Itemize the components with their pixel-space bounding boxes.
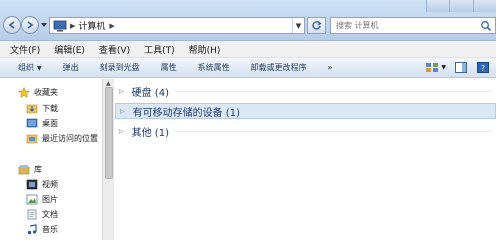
uninstall-button[interactable]: 卸载或更改程序: [251, 62, 307, 73]
document-library-icon: [27, 209, 37, 220]
organize-label: 组织: [18, 63, 34, 72]
eject-button[interactable]: 弹出: [63, 62, 79, 73]
nav-libraries[interactable]: 库: [18, 164, 42, 175]
breadcrumb-computer[interactable]: 计算机: [78, 19, 105, 32]
maximize-button[interactable]: [449, 0, 473, 12]
nav-downloads-label: 下载: [42, 104, 58, 113]
video-library-icon: [26, 179, 38, 190]
expand-arrow-icon[interactable]: ▷: [119, 88, 124, 95]
breadcrumb-arrow-icon[interactable]: ▶: [109, 22, 114, 30]
group-divider: [245, 110, 491, 112]
close-button[interactable]: [472, 0, 496, 12]
navigation-scrollbar[interactable]: ▲: [102, 79, 114, 240]
expand-arrow-icon[interactable]: ▷: [119, 128, 124, 135]
title-bar: ▶ 计算机 ▶ ▼: [0, 0, 496, 41]
nav-favorites[interactable]: 收藏夹: [18, 87, 58, 98]
nav-recent-places[interactable]: 最近访问的位置: [26, 133, 98, 144]
refresh-icon: [312, 21, 322, 30]
properties-button[interactable]: 属性: [161, 62, 177, 73]
menu-edit[interactable]: 编辑(E): [54, 43, 85, 56]
command-toolbar: 组织 ▼ 弹出 刻录到光盘 属性 系统属性 卸载或更改程序 » ▼ ?: [0, 58, 496, 78]
nav-desktop-label: 桌面: [42, 119, 58, 128]
nav-pictures[interactable]: 图片: [26, 194, 58, 205]
nav-desktop[interactable]: 桌面: [26, 118, 58, 129]
group-removable-storage[interactable]: ▷ 有可移动存储的设备 (1): [115, 103, 496, 119]
menu-bar: 文件(F) 编辑(E) 查看(V) 工具(T) 帮助(H): [0, 41, 496, 58]
help-icon[interactable]: ?: [476, 61, 490, 74]
nav-music[interactable]: 音乐: [26, 224, 58, 235]
group-label: 硬盘 (4): [131, 87, 169, 99]
nav-libraries-label: 库: [34, 165, 42, 174]
organize-button[interactable]: 组织 ▼: [18, 62, 42, 73]
content-pane: ▷ 硬盘 (4) ▷ 有可移动存储的设备 (1) ▷ 其他 (1): [115, 79, 496, 240]
nav-videos[interactable]: 视频: [26, 179, 58, 190]
downloads-folder-icon: [26, 104, 38, 114]
group-other[interactable]: ▷ 其他 (1): [115, 123, 496, 139]
search-box[interactable]: [330, 17, 496, 34]
nav-documents[interactable]: 文档: [26, 209, 58, 220]
search-icon[interactable]: [480, 20, 492, 32]
view-options-icon[interactable]: [425, 61, 439, 74]
address-bar[interactable]: ▶ 计算机 ▶ ▼: [49, 17, 305, 34]
burn-button[interactable]: 刻录到光盘: [100, 62, 140, 73]
group-label: 有可移动存储的设备 (1): [132, 107, 240, 119]
nav-recent-label: 最近访问的位置: [42, 134, 98, 143]
navigation-pane: 收藏夹 下载 桌面 最近访问的位置 库 视频 图片 文档 音乐: [0, 79, 102, 240]
music-library-icon: [27, 224, 37, 235]
recent-places-icon: [26, 134, 38, 144]
nav-documents-label: 文档: [42, 210, 58, 219]
expand-arrow-icon[interactable]: ▷: [120, 108, 125, 115]
nav-pictures-label: 图片: [42, 195, 58, 204]
computer-icon: [53, 20, 67, 31]
picture-library-icon: [26, 194, 38, 205]
desktop-icon: [26, 118, 38, 128]
refresh-button[interactable]: [307, 17, 326, 34]
back-arrow-icon: [8, 21, 15, 29]
breadcrumb-arrow-icon[interactable]: ▶: [70, 22, 75, 30]
more-commands-button[interactable]: »: [328, 63, 333, 72]
search-input[interactable]: [331, 18, 480, 33]
system-properties-button[interactable]: 系统属性: [198, 62, 230, 73]
view-dropdown-icon[interactable]: ▼: [441, 64, 446, 71]
back-button[interactable]: [3, 16, 21, 34]
group-label: 其他 (1): [131, 127, 169, 139]
group-hard-drives[interactable]: ▷ 硬盘 (4): [115, 83, 496, 99]
menu-tools[interactable]: 工具(T): [144, 43, 175, 56]
forward-arrow-icon: [27, 21, 34, 29]
menu-view[interactable]: 查看(V): [99, 43, 130, 56]
nav-music-label: 音乐: [42, 225, 58, 234]
group-divider: [174, 130, 492, 132]
nav-videos-label: 视频: [42, 180, 58, 189]
window-controls: [426, 0, 496, 12]
scroll-up-icon[interactable]: ▲: [106, 80, 111, 87]
menu-file[interactable]: 文件(F): [10, 43, 40, 56]
svg-text:?: ?: [481, 64, 485, 73]
recent-pages-dropdown-icon[interactable]: [41, 22, 47, 28]
preview-pane-icon[interactable]: [454, 61, 468, 74]
group-divider: [174, 90, 492, 92]
nav-favorites-label: 收藏夹: [34, 88, 58, 97]
scrollbar-thumb[interactable]: [105, 87, 113, 179]
library-icon: [18, 165, 30, 175]
dropdown-arrow-icon: ▼: [37, 65, 42, 72]
menu-help[interactable]: 帮助(H): [189, 43, 221, 56]
toolbar-right: ▼ ?: [417, 61, 490, 74]
star-icon: [18, 87, 30, 98]
address-dropdown-icon[interactable]: ▼: [292, 18, 304, 33]
forward-button[interactable]: [21, 16, 39, 34]
nav-downloads[interactable]: 下载: [26, 103, 58, 114]
minimize-button[interactable]: [426, 0, 450, 12]
